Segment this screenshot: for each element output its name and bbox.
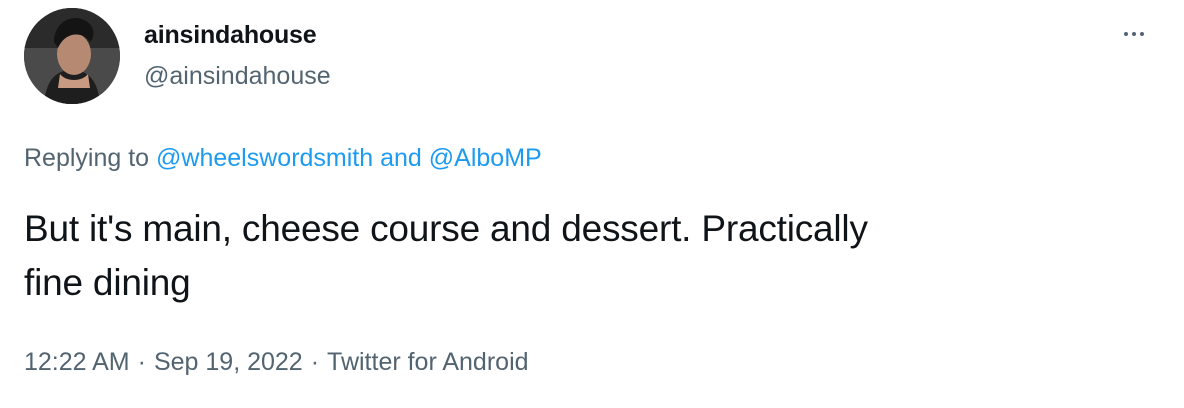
- author-avatar[interactable]: [24, 8, 120, 104]
- replying-to-label: Replying to: [24, 144, 150, 172]
- author-handle[interactable]: @ainsindahouse: [144, 62, 331, 91]
- tweet-source[interactable]: Twitter for Android: [327, 348, 528, 376]
- meta-separator: ·: [137, 348, 146, 376]
- tweet-time[interactable]: 12:22 AM: [24, 348, 130, 376]
- replying-to-line: Replying to @wheelswordsmith and @AlboMP: [24, 144, 542, 173]
- author-display-name[interactable]: ainsindahouse: [144, 21, 317, 50]
- tweet-text-line: But it's main, cheese course and dessert…: [24, 208, 868, 249]
- tweet-date[interactable]: Sep 19, 2022: [154, 348, 303, 376]
- tweet-text: But it's main, cheese course and dessert…: [24, 202, 1144, 310]
- ellipsis-icon: [1124, 32, 1128, 36]
- mention-link-albomp[interactable]: @AlboMP: [429, 144, 542, 172]
- more-options-button[interactable]: [1118, 22, 1150, 46]
- replying-conjunction[interactable]: and: [380, 144, 422, 172]
- ellipsis-icon: [1132, 32, 1136, 36]
- mention-link-wheelswordsmith[interactable]: @wheelswordsmith: [156, 144, 373, 172]
- ellipsis-icon: [1140, 32, 1144, 36]
- tweet-text-line: fine dining: [24, 262, 191, 303]
- tweet-card: ainsindahouse @ainsindahouse Replying to…: [0, 0, 1184, 408]
- tweet-metadata: 12:22 AM · Sep 19, 2022 · Twitter for Androi…: [24, 348, 529, 377]
- meta-separator: ·: [310, 348, 320, 376]
- user-avatar-photo-icon: [24, 8, 120, 104]
